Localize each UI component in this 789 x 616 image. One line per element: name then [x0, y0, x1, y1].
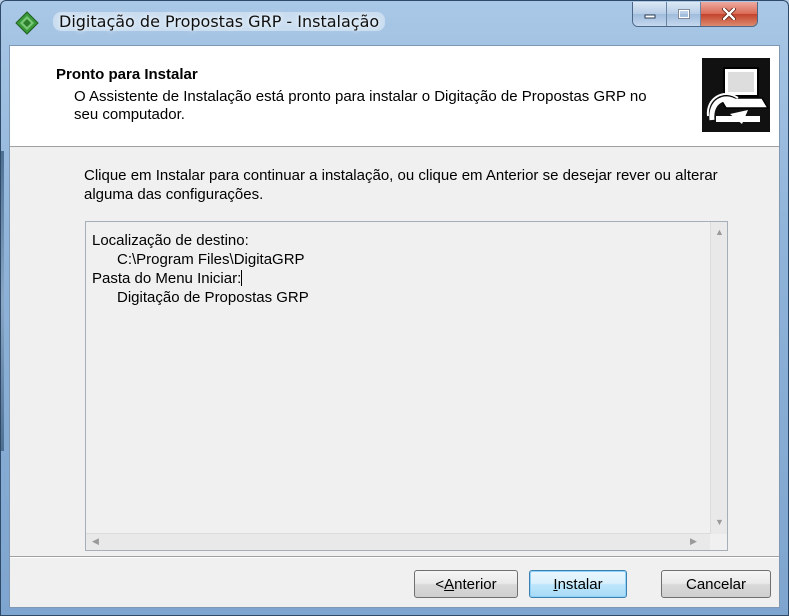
previous-button[interactable]: < Anterior: [414, 570, 518, 598]
footer-separator: [10, 556, 779, 558]
previous-button-accel: A: [444, 575, 455, 593]
minimize-icon: [644, 14, 655, 19]
window-edge: [1, 151, 4, 451]
summary-memo[interactable]: Localização de destino: C:\Program Files…: [85, 221, 728, 551]
window-title: Digitação de Propostas GRP - Instalação: [53, 12, 386, 31]
cancel-button-label: Cancelar: [685, 575, 747, 593]
summary-line: Localização de destino:: [92, 232, 249, 249]
vertical-scrollbar[interactable]: ▲ ▼: [710, 222, 727, 534]
text-caret: [241, 270, 243, 286]
installer-window: Digitação de Propostas GRP - Instalação: [0, 0, 789, 616]
scroll-down-icon[interactable]: ▼: [715, 518, 724, 527]
close-button[interactable]: [701, 2, 757, 26]
scroll-up-icon[interactable]: ▲: [715, 228, 724, 237]
install-button[interactable]: Instalar: [529, 570, 627, 598]
scroll-right-icon[interactable]: ▶: [690, 537, 697, 546]
instruction-text: Clique em Instalar para continuar a inst…: [84, 167, 718, 203]
cancel-button[interactable]: Cancelar: [661, 570, 771, 598]
page-title: Pronto para Instalar: [56, 66, 198, 83]
page-description: O Assistente de Instalação está pronto p…: [74, 88, 647, 123]
computer-install-icon: [702, 58, 770, 132]
title-bar[interactable]: Digitação de Propostas GRP - Instalação: [1, 1, 788, 43]
minimize-button[interactable]: [633, 2, 667, 26]
maximize-button[interactable]: [667, 2, 701, 26]
previous-button-label: nterior: [454, 575, 497, 593]
green-diamond-icon: [15, 11, 39, 35]
summary-line: C:\Program Files\DigitaGRP: [92, 251, 305, 268]
summary-line: Digitação de Propostas GRP: [92, 289, 309, 306]
maximize-icon: [677, 8, 690, 19]
wizard-header: Pronto para Instalar O Assistente de Ins…: [10, 46, 779, 147]
horizontal-scrollbar[interactable]: ◀ ▶: [86, 533, 710, 550]
window-controls: [632, 2, 758, 27]
summary-text: Localização de destino: C:\Program Files…: [92, 231, 309, 307]
close-icon: [722, 8, 736, 20]
wizard-client-area: Pronto para Instalar O Assistente de Ins…: [9, 45, 780, 608]
summary-line-with-caret: Pasta do Menu Iniciar:: [92, 269, 309, 288]
previous-button-prefix: <: [435, 575, 445, 593]
summary-line: Pasta do Menu Iniciar:: [92, 270, 242, 287]
install-button-label: nstalar: [557, 575, 603, 593]
scroll-left-icon[interactable]: ◀: [92, 537, 99, 546]
